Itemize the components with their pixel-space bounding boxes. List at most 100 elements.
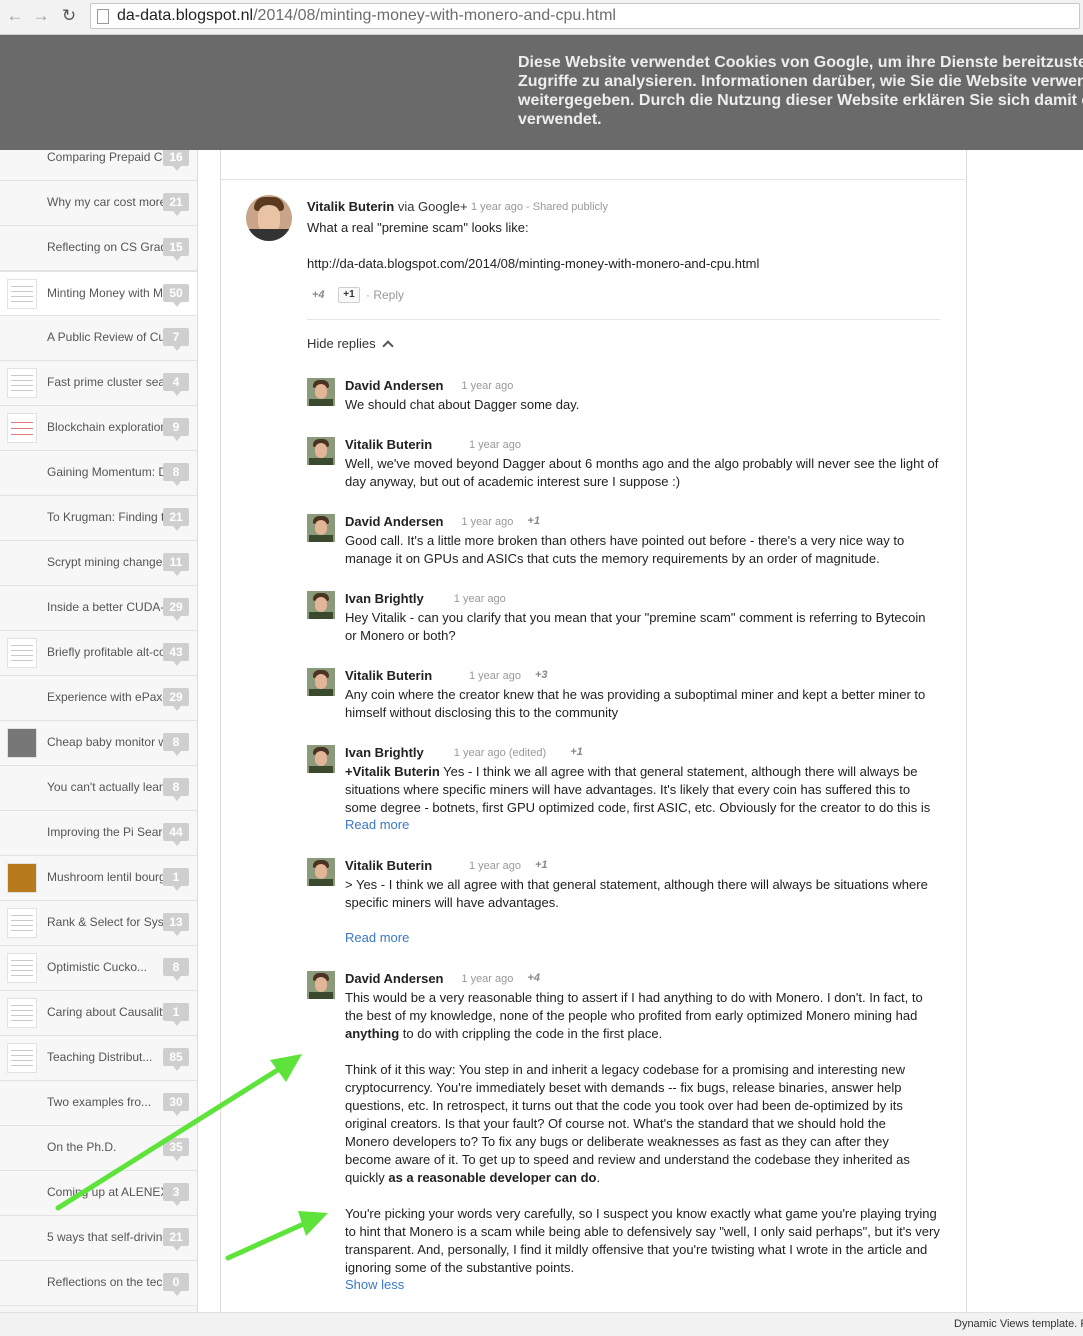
post-thumbnail — [7, 908, 37, 938]
reply-time[interactable]: 1 year ago — [454, 593, 506, 605]
comment-author[interactable]: Vitalik Buterin via Google+ — [307, 199, 468, 214]
comment-count-badge: 11 — [163, 553, 189, 576]
footer-text: Dynamic Views template. P — [954, 1318, 1083, 1330]
reply-author[interactable]: Vitalik Buterin — [345, 858, 432, 873]
page-icon — [97, 9, 109, 24]
reply-text: transparent. And, personally, I find it … — [345, 1242, 928, 1257]
sidebar-post-item[interactable]: On the Ph.D. 35 — [0, 1126, 197, 1171]
read-more-link[interactable]: Read more — [345, 930, 409, 945]
avatar[interactable] — [307, 378, 335, 406]
reply-button[interactable]: · Reply — [366, 288, 404, 302]
avatar[interactable] — [307, 971, 335, 999]
show-less-link[interactable]: Show less — [345, 1277, 404, 1292]
sidebar-post-item[interactable]: Blockchain exploration 9 — [0, 406, 197, 451]
sidebar-post-item[interactable]: Comparing Prepaid Ce 16 — [0, 150, 197, 181]
avatar[interactable] — [307, 858, 335, 886]
sidebar-post-title: You can't actually learn — [47, 780, 165, 794]
comment-count-badge: 13 — [163, 913, 189, 936]
reply-time[interactable]: 1 year ago — [469, 670, 521, 682]
mention-link[interactable]: +Vitalik Buterin — [345, 764, 440, 779]
reply-author[interactable]: David Andersen — [345, 514, 444, 529]
read-more-link[interactable]: Read more — [345, 817, 409, 832]
sidebar-post-item[interactable]: To Krugman: Finding t 21 — [0, 496, 197, 541]
sidebar-post-item[interactable]: Inside a better CUDA-b 29 — [0, 586, 197, 631]
sidebar-post-item[interactable]: Rank & Select for Syst 13 — [0, 901, 197, 946]
comment-count-badge: 1 — [163, 1003, 189, 1026]
sidebar-post-item[interactable]: Reflections on the tech 0 — [0, 1261, 197, 1306]
reply-time[interactable]: 1 year ago — [469, 860, 521, 872]
avatar[interactable] — [307, 668, 335, 696]
sidebar-post-title: Two examples fro... — [47, 1095, 152, 1109]
avatar[interactable] — [307, 591, 335, 619]
reply-text-line: quickly — [345, 1170, 389, 1185]
hide-replies-button[interactable]: Hide replies — [307, 336, 394, 352]
sidebar-post-item[interactable]: Gaining Momentum: D8 — [0, 451, 197, 496]
reply-text: This would be a very reasonable thing to… — [345, 990, 923, 1005]
sidebar-post-item[interactable]: Briefly profitable alt-co 43 — [0, 631, 197, 676]
plus-one-button[interactable]: +1 — [338, 287, 360, 303]
sidebar-post-item[interactable]: Teaching Distribut... 85 — [0, 1036, 197, 1081]
emphasis-text: as a reasonable developer can do — [388, 1170, 597, 1185]
comment-link[interactable]: http://da-data.blogspot.com/2014/08/mint… — [307, 255, 759, 273]
sidebar-post-item[interactable]: Fast prime cluster sear 4 — [0, 361, 197, 406]
reply-time[interactable]: 1 year ago — [461, 380, 513, 392]
sidebar-post-item[interactable]: Reflecting on CS Grad 15 — [0, 226, 197, 271]
reply-text: manage it on GPUs and ASICs that cuts th… — [345, 551, 880, 566]
reply-author[interactable]: David Andersen — [345, 378, 444, 393]
reply-time[interactable]: 1 year ago — [461, 973, 513, 985]
sidebar-post-title: Fast prime cluster sear — [47, 375, 165, 389]
browser-toolbar: ← → ↻ da-data.blogspot.nl/2014/08/mintin… — [0, 0, 1083, 35]
sidebar-post-title: 5 ways that self-driving — [47, 1230, 165, 1244]
sidebar-post-item[interactable]: Improving the Pi Searc 44 — [0, 811, 197, 856]
post-thumbnail — [7, 998, 37, 1028]
comment-count-badge: 35 — [163, 1138, 189, 1161]
address-bar[interactable]: da-data.blogspot.nl/2014/08/minting-mone… — [90, 3, 1080, 29]
reply-author[interactable]: Vitalik Buterin — [345, 668, 432, 683]
sidebar-post-item[interactable]: Cheap baby monitor w8 — [0, 721, 197, 766]
sidebar-post-title: Rank & Select for Syst — [47, 915, 165, 929]
comment-time[interactable]: 1 year ago - Shared publicly — [471, 201, 608, 213]
avatar[interactable] — [307, 514, 335, 542]
sidebar-post-item[interactable]: Minting Money with Mo 50 — [0, 271, 197, 316]
reply-text: situations where specific miners will ha… — [345, 782, 911, 797]
sidebar-post-item[interactable]: You can't actually learn 8 — [0, 766, 197, 811]
sidebar-post-item[interactable]: Caring about Causality 1 — [0, 991, 197, 1036]
comment-count-badge: 0 — [163, 1273, 189, 1296]
sidebar-post-item[interactable]: Mushroom lentil bourg 1 — [0, 856, 197, 901]
reload-icon[interactable]: ↻ — [58, 5, 80, 27]
reply-time[interactable]: 1 year ago — [469, 439, 521, 451]
reply-text: day anyway, but out of academic interest… — [345, 474, 681, 489]
reply-author[interactable]: David Andersen — [345, 971, 444, 986]
reply-author[interactable]: Ivan Brightly — [345, 591, 424, 606]
reply-text: some degree - botnets, first GPU optimiz… — [345, 800, 931, 815]
reply-text: himself without disclosing this to the c… — [345, 705, 619, 720]
cookie-banner: Diese Website verwendet Cookies von Goog… — [0, 35, 1083, 150]
comment-count-badge: 29 — [163, 688, 189, 711]
sidebar-post-item[interactable]: Coming up at ALENEX 3 — [0, 1171, 197, 1216]
sidebar-post-item[interactable]: Experience with ePaxo 29 — [0, 676, 197, 721]
comment-count-badge: 50 — [163, 284, 189, 307]
back-arrow-icon[interactable]: ← — [4, 5, 26, 27]
sidebar-post-item[interactable]: 5 ways that self-driving 21 — [0, 1216, 197, 1261]
reply-time[interactable]: 1 year ago — [461, 516, 513, 528]
reply-time[interactable]: 1 year ago (edited) — [454, 747, 546, 759]
sidebar-post-item[interactable]: Optimistic Cucko... 8 — [0, 946, 197, 991]
avatar[interactable] — [307, 437, 335, 465]
avatar[interactable] — [246, 195, 292, 241]
sidebar-post-title: Reflecting on CS Grad — [47, 240, 165, 254]
avatar[interactable] — [307, 745, 335, 773]
reply-author[interactable]: Vitalik Buterin — [345, 437, 432, 452]
reply-text-line: Yes - I think we all agree with that gen… — [443, 764, 918, 779]
forward-arrow-icon[interactable]: → — [30, 5, 52, 27]
reply-text: Well, we've moved beyond Dagger about 6 … — [345, 456, 939, 471]
sidebar-post-item[interactable]: Why my car cost more 21 — [0, 181, 197, 226]
reply-text: specific miners will have advantages. — [345, 895, 559, 910]
plus-one-count: +4 — [312, 289, 325, 301]
sidebar-post-item[interactable]: Two examples fro... 30 — [0, 1081, 197, 1126]
reply-text: cryptocurrency. You're immediately beset… — [345, 1080, 902, 1095]
sidebar-post-title: Inside a better CUDA-b — [47, 600, 165, 614]
sidebar-post-item[interactable]: A Public Review of Cu 7 — [0, 316, 197, 361]
reply-author[interactable]: Ivan Brightly — [345, 745, 424, 760]
sidebar-post-item[interactable]: Scrypt mining changes 11 — [0, 541, 197, 586]
reply-text: Monero developers to? To fix any bugs or… — [345, 1134, 889, 1149]
